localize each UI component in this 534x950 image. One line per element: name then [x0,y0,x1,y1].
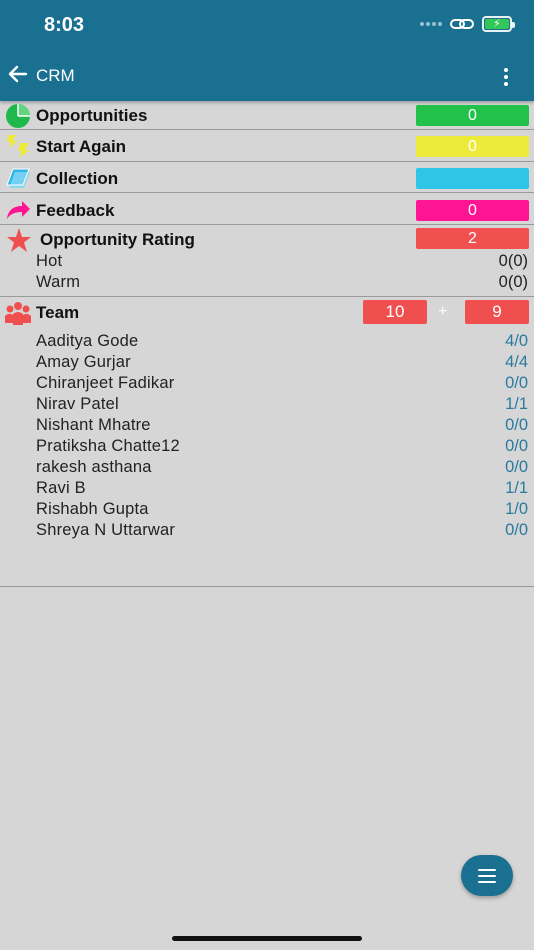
rating-hot-value[interactable]: 0(0) [499,252,528,271]
team-count-left-badge[interactable]: 10 [363,300,427,324]
team-member-value[interactable]: 1/0 [505,500,528,519]
team-plus-sign: + [438,303,448,320]
page-title: CRM [36,66,75,85]
forward-arrow-icon [7,201,30,219]
status-icons: ⚡ [420,16,515,32]
opportunity-rating-section: Opportunity Rating 2 Hot 0(0) Warm 0(0) [0,225,534,297]
opportunities-count-badge[interactable]: 0 [416,105,529,126]
pie-chart-icon [6,104,30,128]
star-icon [7,228,31,252]
feedback-row[interactable]: Feedback 0 [0,193,534,225]
signal-icon [420,22,442,26]
collection-label: Collection [36,169,119,188]
more-vert-icon[interactable] [502,68,510,86]
opportunities-row[interactable]: Opportunities 0 [0,101,534,130]
opportunities-label: Opportunities [36,106,148,125]
team-section: Team 10 9 Aaditya Gode 4/0 Amay Gurjar 4… [0,297,534,587]
team-member-value[interactable]: 0/0 [505,521,528,540]
team-member-name[interactable]: Pratiksha Chatte12 [36,437,180,456]
team-count-right-badge[interactable]: 9 [465,300,529,324]
team-icon [5,302,31,325]
team-member-name[interactable]: Amay Gurjar [36,353,131,372]
menu-icon [478,868,496,871]
back-arrow-icon[interactable] [6,62,30,86]
team-member-value[interactable]: 0/0 [505,437,528,456]
team-member-value[interactable]: 0/0 [505,416,528,435]
feedback-label: Feedback [36,201,115,220]
battery-icon: ⚡ [482,16,515,32]
rating-warm-label[interactable]: Warm [36,273,80,292]
team-member-name[interactable]: Ravi B [36,479,86,498]
team-member-name[interactable]: Rishabh Gupta [36,500,149,519]
team-member-name[interactable]: rakesh asthana [36,458,152,477]
status-time: 8:03 [44,14,85,36]
collection-row[interactable]: Collection [0,162,534,193]
start-again-label: Start Again [36,137,127,156]
menu-fab-button[interactable] [461,855,513,896]
rating-warm-value[interactable]: 0(0) [499,273,528,292]
team-member-value[interactable]: 0/0 [505,458,528,477]
feedback-count-badge[interactable]: 0 [416,200,529,221]
team-member-name[interactable]: Shreya N Uttarwar [36,521,175,540]
link-icon [450,19,474,29]
team-member-name[interactable]: Aaditya Gode [36,332,138,351]
team-member-value[interactable]: 1/1 [505,395,528,414]
opportunity-rating-count-badge[interactable]: 2 [416,228,529,249]
start-again-row[interactable]: Start Again 0 [0,130,534,162]
home-indicator [172,936,362,941]
cards-icon [6,168,30,188]
opportunity-rating-label: Opportunity Rating [40,230,195,249]
team-member-value[interactable]: 4/4 [505,353,528,372]
team-label: Team [36,303,80,322]
team-member-name[interactable]: Chiranjeet Fadikar [36,374,174,393]
rating-hot-label[interactable]: Hot [36,252,62,271]
swap-arrows-icon [7,135,30,158]
team-member-name[interactable]: Nishant Mhatre [36,416,151,435]
team-member-value[interactable]: 0/0 [505,374,528,393]
app-header: 8:03 ⚡ CRM [0,0,534,101]
team-member-value[interactable]: 4/0 [505,332,528,351]
collection-count-badge[interactable] [416,168,529,189]
team-member-name[interactable]: Nirav Patel [36,395,119,414]
team-member-value[interactable]: 1/1 [505,479,528,498]
start-again-count-badge[interactable]: 0 [416,136,529,157]
